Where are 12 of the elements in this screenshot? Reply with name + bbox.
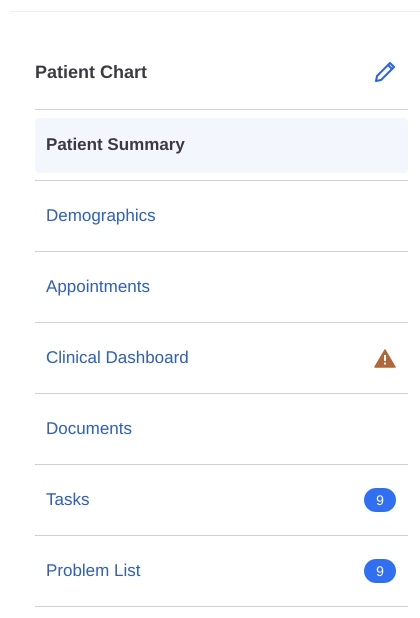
nav-item[interactable]: Appointments <box>35 260 408 314</box>
pencil-icon <box>373 60 397 84</box>
count-badge: 9 <box>364 559 396 583</box>
count-badge: 9 <box>364 488 396 512</box>
nav-item[interactable]: Tasks 9 <box>35 472 408 528</box>
nav-item[interactable]: Documents <box>35 402 408 456</box>
nav-item[interactable]: Patient Summary <box>35 118 408 172</box>
panel-title: Patient Chart <box>35 60 148 84</box>
nav-item[interactable]: Problem List 9 <box>35 544 408 598</box>
edit-button[interactable] <box>372 59 398 85</box>
nav-item[interactable]: Clinical Dashboard <box>35 330 408 386</box>
nav-item[interactable]: Demographics <box>35 188 408 244</box>
